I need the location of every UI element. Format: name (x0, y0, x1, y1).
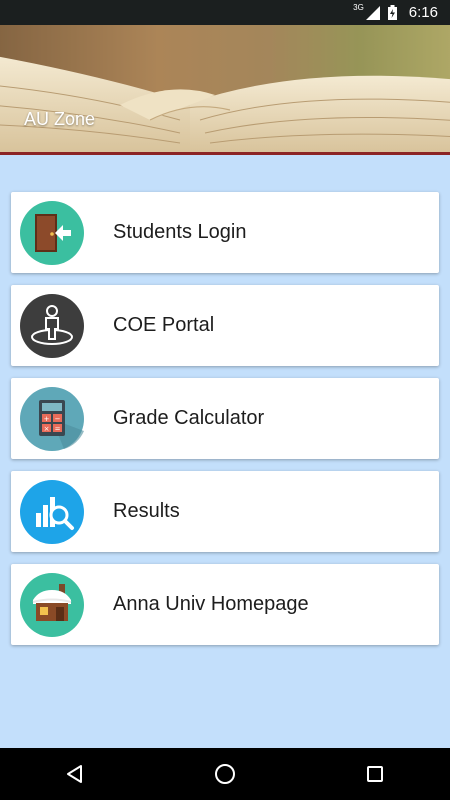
header-divider (0, 152, 450, 155)
login-door-icon (19, 200, 85, 266)
menu-item-students-login[interactable]: Students Login (11, 192, 439, 273)
menu-item-label: Anna Univ Homepage (113, 593, 309, 615)
navigation-bar (0, 748, 450, 800)
battery-icon (387, 5, 397, 20)
status-bar: 3G 6:16 (0, 0, 450, 25)
back-button[interactable] (45, 748, 105, 800)
svg-text:×: × (44, 425, 50, 433)
header-banner: AU Zone (0, 25, 450, 155)
calculator-icon: + − × = (19, 386, 85, 452)
menu-item-label: COE Portal (113, 314, 215, 336)
menu-item-anna-univ-homepage[interactable]: Anna Univ Homepage (11, 564, 439, 645)
back-triangle-icon (67, 765, 82, 783)
person-pin-icon (19, 293, 85, 359)
results-chart-search-icon (19, 479, 85, 545)
network-type: 3G (353, 3, 364, 12)
main-menu: Students Login COE Portal + − × = Grade … (11, 192, 439, 657)
home-circle-icon (215, 764, 235, 784)
app-title: AU Zone (24, 109, 96, 129)
recents-button[interactable] (345, 748, 405, 800)
menu-item-label: Grade Calculator (113, 407, 265, 429)
book-image (0, 25, 450, 155)
signal-icon (365, 5, 380, 20)
svg-text:=: = (55, 425, 61, 433)
status-icons: 3G 6:16 (353, 3, 438, 21)
recents-square-icon (367, 766, 383, 782)
home-button[interactable] (195, 748, 255, 800)
menu-item-results[interactable]: Results (11, 471, 439, 552)
clock: 6:16 (408, 4, 438, 21)
house-icon (19, 572, 85, 638)
menu-item-coe-portal[interactable]: COE Portal (11, 285, 439, 366)
menu-item-label: Results (113, 500, 180, 522)
menu-item-label: Students Login (113, 221, 247, 243)
svg-text:−: − (55, 415, 61, 423)
menu-item-grade-calculator[interactable]: + − × = Grade Calculator (11, 378, 439, 459)
svg-text:+: + (44, 415, 50, 423)
